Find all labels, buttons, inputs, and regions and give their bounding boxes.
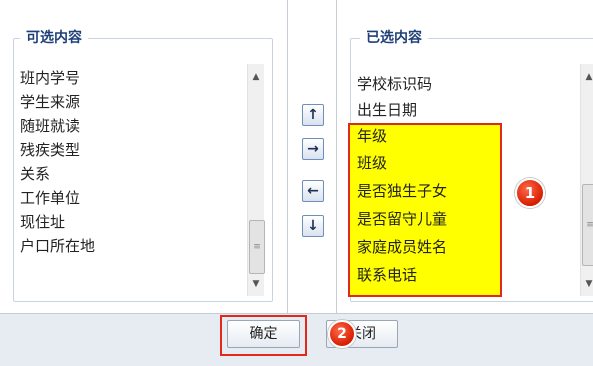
list-item[interactable]: 出生日期 xyxy=(357,97,579,123)
scroll-thumb[interactable]: ≡ xyxy=(582,184,593,266)
selected-scrollbar[interactable]: ▲ ≡ ▼ xyxy=(580,64,593,296)
scroll-thumb[interactable]: ≡ xyxy=(249,220,265,274)
list-item[interactable]: 班级 xyxy=(357,149,579,177)
list-item[interactable]: 残疾类型 xyxy=(20,138,242,162)
available-list[interactable]: 班内学号 学生来源 随班就读 残疾类型 关系 工作单位 现住址 户口所在地 xyxy=(20,66,242,296)
list-item[interactable]: 工作单位 xyxy=(20,186,242,210)
list-item[interactable]: 学生来源 xyxy=(20,90,242,114)
annotation-badge-2: 2 xyxy=(328,320,356,348)
list-item[interactable]: 是否独生子女 xyxy=(357,177,579,205)
arrow-left-icon: ← xyxy=(307,183,319,199)
list-item[interactable]: 学校标识码 xyxy=(357,71,579,97)
list-item[interactable]: 年级 xyxy=(357,123,579,149)
list-item[interactable]: 家庭成员姓名 xyxy=(357,233,579,261)
list-item[interactable]: 关系 xyxy=(20,162,242,186)
scroll-down-icon[interactable]: ▼ xyxy=(248,275,264,293)
column-divider-right xyxy=(336,0,337,313)
arrow-right-icon: → xyxy=(307,141,319,157)
available-scrollbar[interactable]: ▲ ≡ ▼ xyxy=(247,64,265,296)
column-divider-left xyxy=(287,0,288,313)
list-item[interactable]: 班内学号 xyxy=(20,66,242,90)
selected-list[interactable]: 学校标识码 出生日期 年级 班级 是否独生子女 是否留守儿童 家庭成员姓名 联系… xyxy=(357,71,579,299)
scroll-up-icon[interactable]: ▲ xyxy=(581,68,593,86)
annotation-badge-1: 1 xyxy=(515,178,545,208)
selection-panel: 可选内容 班内学号 学生来源 随班就读 残疾类型 关系 工作单位 现住址 户口所… xyxy=(0,0,593,313)
arrow-down-icon: ↓ xyxy=(307,218,319,234)
list-item[interactable]: 现住址 xyxy=(20,210,242,234)
list-item[interactable]: 联系电话 xyxy=(357,261,579,289)
confirm-button[interactable]: 确定 xyxy=(227,320,300,348)
list-item[interactable]: 是否留守儿童 xyxy=(357,205,579,233)
scroll-up-icon[interactable]: ▲ xyxy=(248,68,264,86)
move-left-button[interactable]: ← xyxy=(302,180,324,202)
scroll-down-icon[interactable]: ▼ xyxy=(581,275,593,293)
list-item[interactable]: 随班就读 xyxy=(20,114,242,138)
list-item[interactable]: 户口所在地 xyxy=(20,234,242,258)
move-down-button[interactable]: ↓ xyxy=(302,215,324,237)
arrow-up-icon: ↑ xyxy=(307,107,319,123)
grip-icon: ≡ xyxy=(586,220,593,230)
grip-icon: ≡ xyxy=(253,242,261,252)
available-title: 可选内容 xyxy=(20,28,88,48)
selected-title: 已选内容 xyxy=(360,28,428,48)
move-up-button[interactable]: ↑ xyxy=(302,104,324,126)
move-right-button[interactable]: → xyxy=(302,138,324,160)
